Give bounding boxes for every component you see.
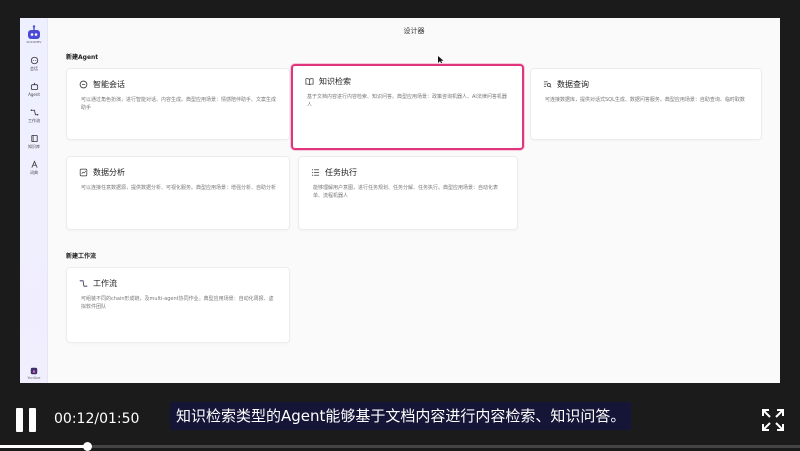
robot-logo-icon	[28, 25, 40, 39]
pause-bar-icon	[16, 408, 23, 432]
section-title-agent: 新建Agent	[66, 54, 99, 61]
sidebar-item-dictionary[interactable]: 词典	[20, 160, 48, 176]
pause-bar-icon	[29, 408, 36, 432]
sidebar-item-agent[interactable]: Agent	[20, 82, 48, 97]
book-icon	[30, 134, 38, 143]
chart-icon	[79, 168, 88, 177]
section-title-workflow: 新建工作流	[66, 253, 97, 260]
agent-card-knowledge-retrieval[interactable]: 知识检索 基于文档内容进行内容检索、知识问答。典型应用场景：政策咨询机器人、AI…	[291, 64, 524, 150]
card-description: 可以连接任意数据源，提供数据分析、可视化服务。典型应用场景：增强分析、自助分析	[81, 185, 277, 191]
progress-fill	[0, 445, 88, 448]
user-profile[interactable]: YunXue	[20, 367, 48, 380]
card-description: 可组装不同的chain形成链，及multi-agent协同作业。典型应用场景：自…	[81, 296, 274, 310]
workflow-icon	[79, 280, 88, 287]
sidebar-item-chat[interactable]: 会话	[20, 56, 48, 72]
sidebar-item-label: 会话	[30, 66, 38, 71]
workflow-card[interactable]: 工作流 可组装不同的chain形成链，及multi-agent协同作业。典型应用…	[66, 267, 290, 343]
user-name: YunXue	[27, 376, 41, 380]
main-content: 设计器 新建Agent 智能会话 可以通过角色扮演，进行智能对话、内容生成。典型…	[48, 18, 780, 383]
card-title: 知识检索	[319, 77, 351, 86]
agent-card-task-execution[interactable]: 任务执行 能够理解用户意图，进行任务规划、任务分解、任务执行。典型应用场景：自动…	[298, 156, 518, 230]
book-open-icon	[305, 78, 314, 86]
card-title: 数据分析	[93, 168, 125, 177]
task-list-icon	[311, 169, 320, 176]
card-title: 任务执行	[325, 168, 357, 177]
logo-text: SOCODEV	[26, 40, 42, 44]
chat-icon	[30, 56, 38, 65]
chat-bubble-icon	[79, 80, 88, 89]
pause-button[interactable]	[16, 408, 38, 432]
workflow-icon	[30, 109, 38, 116]
sidebar-item-label: Agent	[28, 92, 40, 97]
agent-icon	[30, 82, 38, 91]
card-description: 可以通过角色扮演，进行智能对话、内容生成。典型应用场景：情感陪伴助手、文案生成助…	[81, 97, 277, 111]
video-frame: SOCODEV 会话 Agent 工作流 知识库 词典 YunXue 设计器 新…	[0, 0, 800, 451]
sidebar-item-label: 词典	[30, 170, 38, 175]
dictionary-icon	[30, 160, 38, 168]
card-title: 数据查询	[557, 80, 589, 89]
agent-card-chat[interactable]: 智能会话 可以通过角色扮演，进行智能对话、内容生成。典型应用场景：情感陪伴助手、…	[66, 68, 290, 140]
progress-bar[interactable]	[0, 445, 800, 448]
sidebar: SOCODEV 会话 Agent 工作流 知识库 词典 YunXue	[20, 18, 48, 383]
playback-time: 00:12/01:50	[54, 411, 140, 427]
card-description: 基于文档内容进行内容检索、知识问答。典型应用场景：政策咨询机器人、AI法律问答机…	[307, 94, 507, 108]
app-screen: SOCODEV 会话 Agent 工作流 知识库 词典 YunXue 设计器 新…	[20, 18, 780, 383]
video-controls: 00:12/01:50 知识检索类型的Agent能够基于文档内容进行内容检索、知…	[0, 383, 800, 451]
card-title: 智能会话	[93, 80, 125, 89]
sidebar-item-knowledge[interactable]: 知识库	[20, 134, 48, 150]
mouse-cursor-icon	[438, 56, 444, 64]
data-search-icon	[543, 81, 552, 88]
avatar	[30, 367, 38, 375]
sidebar-item-label: 工作流	[28, 118, 40, 123]
agent-card-data-analysis[interactable]: 数据分析 可以连接任意数据源，提供数据分析、可视化服务。典型应用场景：增强分析、…	[66, 156, 290, 230]
sidebar-item-label: 知识库	[28, 144, 40, 149]
subtitle-caption: 知识检索类型的Agent能够基于文档内容进行内容检索、知识问答。	[170, 402, 632, 430]
agent-card-data-query[interactable]: 数据查询 可连接数据库，提供对话式SQL生成、数据问答服务。典型应用场景：自助查…	[530, 68, 762, 140]
card-description: 能够理解用户意图，进行任务规划、任务分解、任务执行。典型应用场景：自动化表单、流…	[313, 185, 499, 199]
fullscreen-icon[interactable]	[762, 409, 784, 431]
card-description: 可连接数据库，提供对话式SQL生成、数据问答服务。典型应用场景：自助查询、临时取…	[545, 97, 745, 103]
card-title: 工作流	[93, 279, 117, 288]
sidebar-item-workflow[interactable]: 工作流	[20, 108, 48, 124]
page-title: 设计器	[403, 27, 425, 35]
